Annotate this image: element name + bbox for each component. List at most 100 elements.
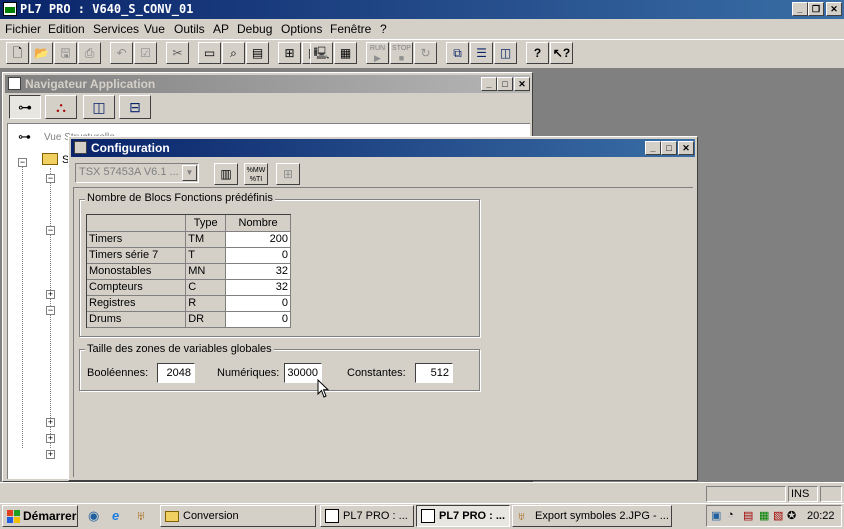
- task-conversion-label: Conversion: [183, 510, 239, 522]
- folder-icon: [165, 511, 179, 522]
- menu-options[interactable]: Options: [281, 21, 322, 37]
- functional-view-button[interactable]: ⛬: [45, 95, 77, 119]
- task-pl7-1[interactable]: PL7 PRO : ...: [320, 505, 414, 527]
- module-config-button[interactable]: ▥: [214, 163, 238, 185]
- stacked-view-button[interactable]: ⊟: [119, 95, 151, 119]
- configuration-maximize-button[interactable]: □: [661, 141, 677, 155]
- start-button[interactable]: Démarrer: [2, 505, 78, 527]
- processor-select-value: TSX 57453A V6.1 ...: [79, 166, 179, 178]
- row-name: Timers série 7: [87, 247, 187, 264]
- help-icon[interactable]: ?: [526, 42, 549, 64]
- split-view-button[interactable]: ◫: [83, 95, 115, 119]
- row-count-cell[interactable]: 200: [225, 231, 291, 248]
- table-row[interactable]: Monostables MN 32: [87, 263, 291, 280]
- minimize-button[interactable]: _: [792, 2, 808, 16]
- status-panel-ins: INS: [788, 486, 818, 502]
- table-header-name: [87, 215, 187, 232]
- main-title-bar[interactable]: PL7 PRO : V640_S_CONV_01 _ ❐ ✕: [0, 0, 844, 19]
- task-conversion[interactable]: Conversion: [160, 505, 316, 527]
- window-icon[interactable]: ▭: [198, 42, 221, 64]
- menu-debug[interactable]: Debug: [237, 21, 272, 37]
- tree-toggle-3[interactable]: +: [46, 290, 55, 299]
- restore-button[interactable]: ❐: [808, 2, 824, 16]
- quick-launch-app-icon[interactable]: ♅: [136, 508, 152, 524]
- menu-help[interactable]: ?: [380, 21, 387, 37]
- navigator-close-button[interactable]: ✕: [514, 77, 530, 91]
- binoculars-icon[interactable]: ⌕: [222, 42, 245, 64]
- tray-app-icon-2[interactable]: ▦: [759, 509, 769, 522]
- structure-root-icon: ⊶: [18, 129, 31, 144]
- structural-view-button[interactable]: ⊶: [9, 95, 41, 119]
- cascade-icon[interactable]: ⧉: [446, 42, 469, 64]
- processor-select[interactable]: TSX 57453A V6.1 ... ▼: [75, 163, 199, 183]
- validate-icon[interactable]: ☑: [134, 42, 157, 64]
- tray-app-icon-3[interactable]: ▧: [773, 509, 783, 522]
- task-export-image[interactable]: ♅ Export symboles 2.JPG - ...: [512, 505, 672, 527]
- new-icon[interactable]: 🗋: [6, 42, 29, 64]
- table-row[interactable]: Compteurs C 32: [87, 279, 291, 296]
- row-count-cell[interactable]: 0: [225, 311, 291, 328]
- stop-button[interactable]: STOP ■: [390, 42, 413, 64]
- menu-edition[interactable]: Edition: [48, 21, 85, 37]
- chevron-down-icon[interactable]: ▼: [182, 165, 197, 181]
- table-row[interactable]: Drums DR 0: [87, 311, 291, 328]
- tray-app-icon-1[interactable]: ▤: [743, 509, 753, 522]
- table-row[interactable]: Registres R 0: [87, 295, 291, 312]
- table-row[interactable]: Timers TM 200: [87, 231, 291, 248]
- configuration-minimize-button[interactable]: _: [645, 141, 661, 155]
- quick-launch-desktop-icon[interactable]: ◉: [88, 508, 104, 524]
- boolean-size-input[interactable]: 2048: [157, 363, 195, 383]
- print-icon[interactable]: ⎙: [78, 42, 101, 64]
- menu-outils[interactable]: Outils: [174, 21, 205, 37]
- tree-toggle-5[interactable]: +: [46, 418, 55, 427]
- table-row[interactable]: Timers série 7 T 0: [87, 247, 291, 264]
- tile-vertical-icon[interactable]: ◫: [494, 42, 517, 64]
- tree-toggle-6[interactable]: +: [46, 434, 55, 443]
- configuration-close-button[interactable]: ✕: [678, 141, 694, 155]
- computer-icon[interactable]: 🖳: [310, 42, 333, 64]
- cross-reference-icon[interactable]: ▤: [246, 42, 269, 64]
- init-icon[interactable]: ↻: [414, 42, 437, 64]
- configuration-title-bar[interactable]: Configuration _ □ ✕: [71, 139, 695, 157]
- open-folder-icon[interactable]: 📂: [30, 42, 53, 64]
- tree-toggle-4[interactable]: −: [46, 306, 55, 315]
- task-pl7-2-active[interactable]: PL7 PRO : ...: [416, 505, 510, 527]
- function-blocks-table[interactable]: Type Nombre Timers TM 200 Timers série 7…: [86, 214, 291, 328]
- tree-expand-toggle[interactable]: −: [18, 158, 27, 167]
- tray-app-icon-4[interactable]: ✪: [787, 509, 796, 522]
- tile-horizontal-icon[interactable]: ☰: [470, 42, 493, 64]
- row-count-cell[interactable]: 32: [225, 279, 291, 296]
- menu-fenetre[interactable]: Fenêtre: [330, 21, 371, 37]
- configuration-window[interactable]: Configuration _ □ ✕ TSX 57453A V6.1 ... …: [68, 136, 698, 481]
- tray-network-icon[interactable]: ▣: [711, 509, 721, 522]
- memory-config-button[interactable]: %MW %TI: [244, 163, 268, 185]
- tree-toggle-1[interactable]: −: [46, 174, 55, 183]
- tray-clock[interactable]: 20:22: [807, 510, 835, 522]
- undo-icon[interactable]: ↶: [110, 42, 133, 64]
- navigator-maximize-button[interactable]: □: [497, 77, 513, 91]
- tree-toggle-2[interactable]: −: [46, 226, 55, 235]
- tray-speaker-icon[interactable]: ◔: [727, 509, 734, 521]
- menu-fichier[interactable]: Fichier: [5, 21, 41, 37]
- variables-icon[interactable]: ⊞: [278, 42, 301, 64]
- context-help-icon[interactable]: ↖?: [550, 42, 573, 64]
- navigator-title-bar[interactable]: Navigateur Application _ □ ✕: [5, 75, 530, 93]
- quick-launch-ie-icon[interactable]: e: [112, 508, 128, 524]
- transfer-icon[interactable]: ▦: [334, 42, 357, 64]
- navigator-minimize-button[interactable]: _: [481, 77, 497, 91]
- menu-ap[interactable]: AP: [213, 21, 229, 37]
- menu-services[interactable]: Services: [93, 21, 139, 37]
- run-button[interactable]: RUN ▶: [366, 42, 389, 64]
- tree-toggle-7[interactable]: +: [46, 450, 55, 459]
- start-label: Démarrer: [23, 509, 77, 523]
- menu-bar: Fichier Edition Services Vue Outils AP D…: [0, 19, 844, 39]
- row-count-cell[interactable]: 0: [225, 295, 291, 312]
- rack-config-button[interactable]: ⊞: [276, 163, 300, 185]
- constants-size-input[interactable]: 512: [415, 363, 453, 383]
- row-count-cell[interactable]: 32: [225, 263, 291, 280]
- close-button[interactable]: ✕: [826, 2, 842, 16]
- row-count-cell[interactable]: 0: [225, 247, 291, 264]
- menu-vue[interactable]: Vue: [144, 21, 165, 37]
- cut-icon[interactable]: ✂: [166, 42, 189, 64]
- save-icon[interactable]: 🖫: [54, 42, 77, 64]
